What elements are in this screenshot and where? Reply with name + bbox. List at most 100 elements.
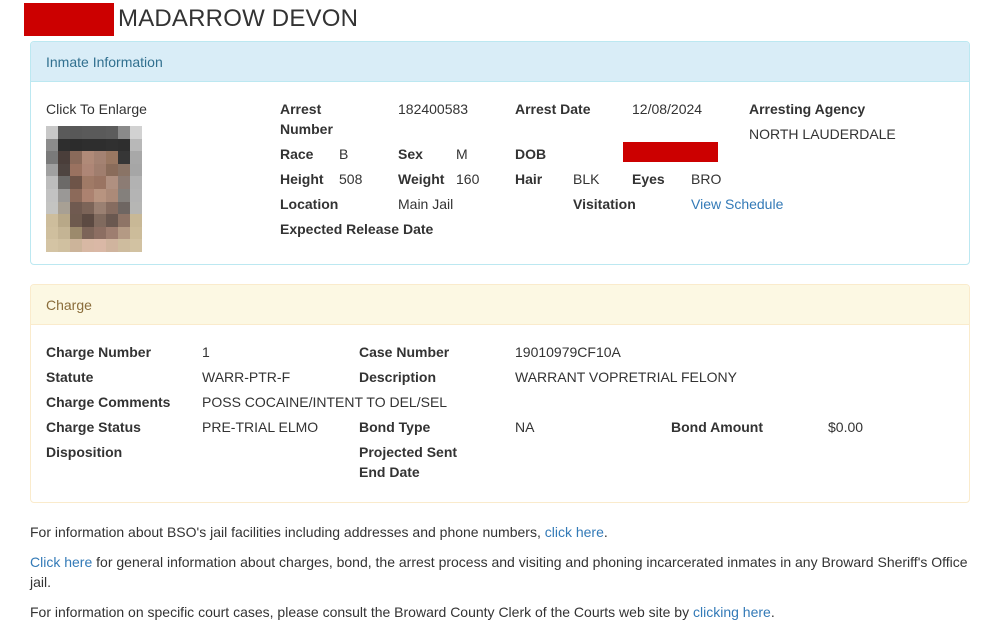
photo-pixel	[94, 151, 106, 164]
footer-text: For information on specific court cases,…	[30, 604, 693, 620]
photo-pixel	[82, 126, 94, 139]
photo-pixel	[130, 176, 142, 189]
photo-pixel	[106, 138, 118, 152]
charge-panel: Charge Charge Number 1 Case Number 19010…	[30, 284, 970, 503]
photo-pixel	[106, 188, 118, 202]
photo-pixel	[94, 163, 106, 177]
photo-pixel	[118, 163, 130, 177]
photo-pixel	[46, 176, 58, 189]
photo-pixel	[130, 239, 142, 252]
photo-pixel	[106, 126, 118, 139]
dob-label: DOB	[515, 146, 547, 162]
bond-amount-value: $0.00	[828, 419, 864, 435]
photo-pixel	[82, 201, 94, 215]
height-value: 508	[339, 171, 363, 187]
photo-pixel	[70, 176, 82, 189]
photo-pixel	[94, 239, 106, 252]
photo-pixel	[118, 176, 130, 189]
photo-pixel	[58, 239, 70, 252]
charge-heading: Charge	[31, 285, 969, 325]
charge-number-value: 1	[202, 344, 210, 360]
description-label: Description	[359, 369, 437, 385]
race-value: B	[339, 146, 349, 162]
statute-value: WARR-PTR-F	[202, 369, 291, 385]
footer-text: .	[770, 604, 775, 620]
photo-pixel	[46, 151, 58, 164]
facilities-click-here-link[interactable]: click here	[545, 524, 604, 540]
photo-pixel	[106, 163, 118, 177]
sex-label: Sex	[398, 146, 423, 162]
photo-pixel	[70, 151, 82, 164]
photo-pixel	[94, 201, 106, 215]
photo-pixel	[58, 138, 70, 152]
photo-pixel	[70, 201, 82, 215]
case-number-value: 19010979CF10A	[515, 344, 621, 360]
charge-number-label: Charge Number	[46, 344, 152, 360]
court-cases-clicking-here-link[interactable]: clicking here	[693, 604, 771, 620]
photo-pixel	[82, 188, 94, 202]
photo-pixel	[70, 214, 82, 227]
photo-pixel	[70, 188, 82, 202]
view-schedule-link[interactable]: View Schedule	[691, 194, 783, 214]
photo-pixel	[94, 214, 106, 227]
photo-pixel	[118, 138, 130, 152]
photo-pixel	[94, 188, 106, 202]
case-number-label: Case Number	[359, 344, 450, 360]
photo-pixel	[130, 214, 142, 227]
photo-pixel	[130, 188, 142, 202]
photo-pixel	[58, 163, 70, 177]
arrest-number-value: 182400583	[398, 101, 469, 117]
eyes-value: BRO	[691, 171, 722, 187]
photo-pixel	[70, 239, 82, 252]
photo-pixel	[106, 239, 118, 252]
photo-pixel	[118, 214, 130, 227]
photo-pixel	[46, 163, 58, 177]
sex-value: M	[456, 146, 468, 162]
hair-label: Hair	[515, 171, 543, 187]
statute-label: Statute	[46, 369, 94, 385]
photo-pixel	[58, 201, 70, 215]
weight-value: 160	[456, 171, 480, 187]
photo-pixel	[82, 226, 94, 240]
footer-text: For information about BSO's jail facilit…	[30, 524, 545, 540]
photo-pixel	[130, 138, 142, 152]
title-row: MADARROW DEVON	[24, 2, 358, 36]
projected-sent-label-line1: Projected Sent	[359, 444, 458, 460]
photo-pixel	[58, 188, 70, 202]
photo-pixel	[46, 201, 58, 215]
weight-label: Weight	[398, 171, 445, 187]
footer-paragraph-court-cases: For information on specific court cases,…	[30, 602, 975, 622]
photo-pixel	[94, 138, 106, 152]
photo-pixel	[46, 214, 58, 227]
photo-pixel	[130, 201, 142, 215]
footer-text: .	[603, 524, 608, 540]
photo-pixel	[82, 214, 94, 227]
arrest-number-label-line1: Arrest	[280, 101, 322, 117]
general-info-click-here-link[interactable]: Click here	[30, 554, 92, 570]
photo-pixel	[82, 163, 94, 177]
photo-caption[interactable]: Click To Enlarge	[46, 99, 147, 119]
bond-type-label: Bond Type	[359, 419, 431, 435]
photo-pixel	[58, 126, 70, 139]
charge-comments-label: Charge Comments	[46, 394, 171, 410]
photo-pixel	[70, 126, 82, 139]
photo-pixel	[130, 163, 142, 177]
photo-pixel	[82, 239, 94, 252]
arrest-number-label: Arrest Number	[280, 99, 333, 139]
photo-pixel	[70, 163, 82, 177]
photo-pixel	[130, 226, 142, 240]
photo-pixel	[106, 176, 118, 189]
photo-pixel	[118, 151, 130, 164]
page-title: MADARROW DEVON	[118, 5, 359, 32]
photo-pixel	[82, 138, 94, 152]
photo-pixel	[46, 188, 58, 202]
photo-pixel	[46, 138, 58, 152]
photo-pixel	[106, 201, 118, 215]
dob-redaction-block	[623, 142, 718, 162]
photo-pixel	[94, 126, 106, 139]
inmate-photo[interactable]	[46, 126, 142, 252]
photo-pixel	[130, 151, 142, 164]
footer-text: for general information about charges, b…	[30, 554, 968, 590]
footer-paragraph-general-info: Click here for general information about…	[30, 552, 975, 592]
height-label: Height	[280, 171, 324, 187]
